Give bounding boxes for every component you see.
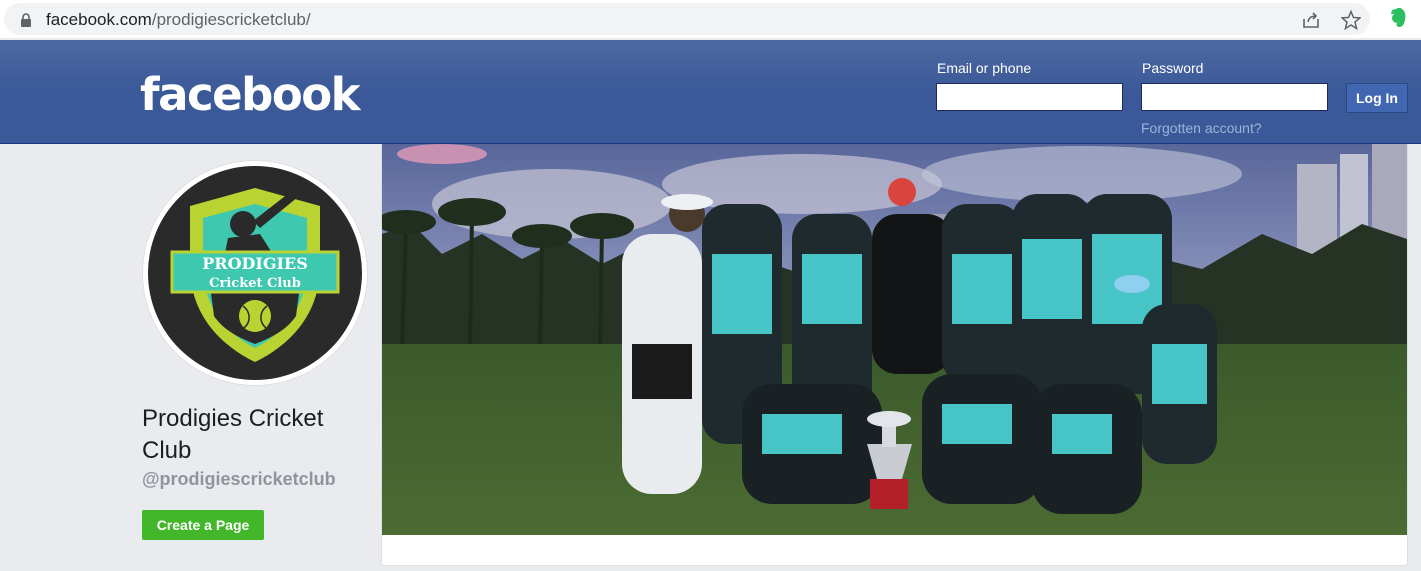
logo-text-top: PRODIGIES [202, 254, 308, 273]
cover-photo-image [382, 144, 1407, 535]
email-field[interactable] [936, 83, 1123, 111]
url-path: /prodigiescricketclub/ [151, 10, 311, 29]
club-logo-graphic: PRODIGIES Cricket Club [170, 186, 340, 362]
page-title: Prodigies Cricket Club [142, 405, 324, 464]
page-handle[interactable]: @prodigiescricketclub [142, 469, 336, 490]
address-bar[interactable]: facebook.com/prodigiescricketclub/ [4, 3, 1370, 35]
password-label: Password [1142, 60, 1204, 76]
lock-icon[interactable] [20, 13, 32, 27]
url-text[interactable]: facebook.com/prodigiescricketclub/ [46, 10, 311, 30]
browser-toolbar: facebook.com/prodigiescricketclub/ [0, 0, 1421, 38]
club-logo: PRODIGIES Cricket Club [148, 166, 362, 380]
evernote-icon[interactable] [1386, 6, 1410, 30]
url-domain: facebook.com [46, 10, 152, 29]
logo-text-bottom: Cricket Club [209, 276, 301, 291]
cover-photo[interactable] [382, 144, 1407, 535]
login-button[interactable]: Log In [1346, 83, 1408, 113]
facebook-header: facebook Email or phone Password Log In … [0, 40, 1421, 144]
facebook-logo[interactable]: facebook [140, 72, 361, 117]
password-field[interactable] [1141, 83, 1328, 111]
share-icon[interactable] [1301, 11, 1321, 29]
forgotten-account-link[interactable]: Forgotten account? [1141, 120, 1262, 136]
profile-picture[interactable]: PRODIGIES Cricket Club [142, 160, 368, 386]
star-icon[interactable] [1341, 10, 1361, 30]
email-label: Email or phone [937, 60, 1032, 76]
create-page-button[interactable]: Create a Page [142, 510, 264, 540]
